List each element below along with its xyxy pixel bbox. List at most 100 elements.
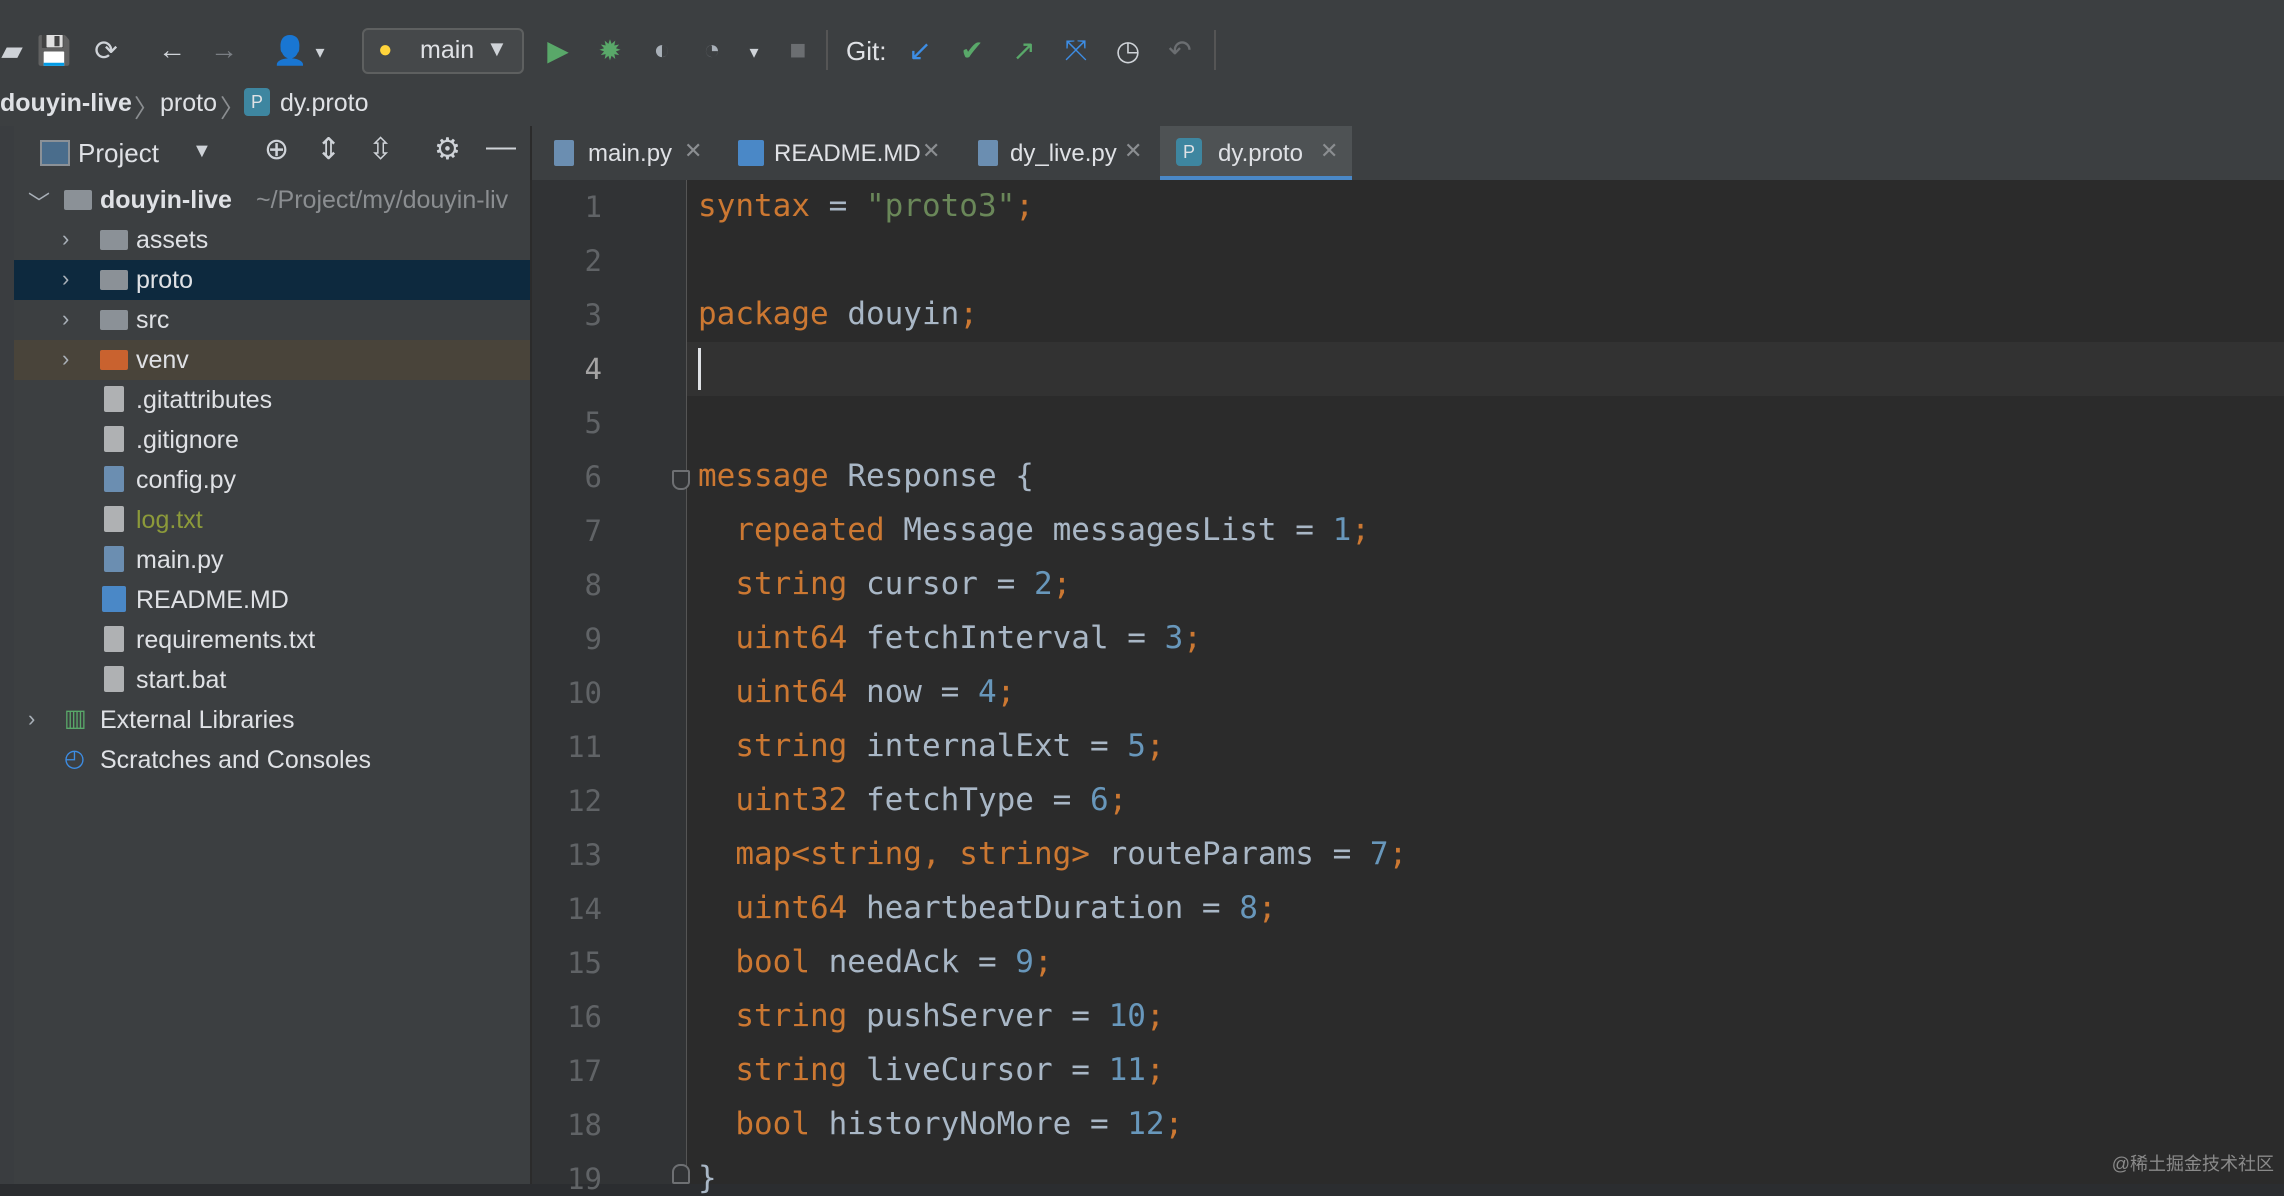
text-file-icon — [104, 386, 124, 412]
tree-item-venv[interactable]: › venv — [14, 340, 530, 380]
chevron-down-icon: ▼ — [486, 36, 508, 62]
locate-icon[interactable]: ⊕ — [264, 132, 289, 167]
code-token: } — [698, 1160, 717, 1196]
text-file-icon — [104, 626, 124, 652]
tree-item-config-py[interactable]: config.py — [14, 460, 530, 500]
back-icon[interactable]: ← — [150, 28, 194, 72]
code-token: douyin — [829, 296, 960, 332]
tab-readme[interactable]: README.MD ✕ — [732, 126, 952, 180]
python-icon: ● — [378, 36, 393, 64]
tree-item-log-txt[interactable]: log.txt — [14, 500, 530, 540]
expand-all-icon[interactable]: ⇕ — [316, 132, 341, 167]
fold-marker-icon[interactable] — [672, 1164, 690, 1184]
coverage-icon[interactable]: ◐ — [640, 28, 684, 72]
user-dropdown-chevron-icon[interactable]: ▾ — [298, 30, 342, 74]
breadcrumb-file[interactable]: dy.proto — [280, 89, 368, 118]
code-token: ; — [1183, 620, 1202, 656]
line-number: 11 — [532, 730, 602, 764]
code-token: 9 — [1015, 944, 1034, 980]
chevron-down-icon[interactable]: ﹀ — [28, 186, 50, 218]
run-icon[interactable]: ▶ — [536, 28, 580, 72]
tree-item-readme[interactable]: README.MD — [14, 580, 530, 620]
folder-icon — [100, 310, 128, 330]
project-view-icon — [40, 140, 70, 166]
git-push-icon[interactable]: ↗ — [1002, 28, 1046, 72]
tree-item-gitignore[interactable]: .gitignore — [14, 420, 530, 460]
close-icon[interactable]: ✕ — [1124, 138, 1142, 164]
git-update-icon[interactable]: ↙ — [898, 28, 942, 72]
project-panel-title[interactable]: Project — [78, 138, 159, 169]
code-token — [698, 998, 735, 1034]
tree-item-label: log.txt — [136, 506, 203, 535]
tree-item-start-bat[interactable]: start.bat — [14, 660, 530, 700]
tab-dy-proto[interactable]: P dy.proto ✕ — [1160, 126, 1352, 180]
chevron-right-icon[interactable]: › — [62, 226, 69, 252]
breadcrumb-folder[interactable]: proto — [160, 89, 217, 118]
close-icon[interactable]: ✕ — [1320, 138, 1338, 164]
code-token: map<string, string> — [735, 836, 1090, 872]
line-number: 18 — [532, 1108, 602, 1142]
python-file-icon — [104, 546, 124, 572]
code-token — [698, 890, 735, 926]
git-rollback-icon[interactable]: ↶ — [1158, 28, 1202, 72]
profile-dropdown-chevron-icon[interactable]: ▾ — [732, 30, 776, 74]
tree-item-external-libraries[interactable]: › ▥ External Libraries — [14, 700, 530, 740]
line-number: 4 — [532, 352, 602, 386]
breadcrumb-project[interactable]: douyin-live — [0, 89, 132, 118]
chevron-down-icon[interactable]: ▼ — [192, 140, 212, 163]
toolbar-divider — [826, 30, 828, 70]
tree-item-main-py[interactable]: main.py — [14, 540, 530, 580]
tree-item-requirements[interactable]: requirements.txt — [14, 620, 530, 660]
forward-icon[interactable]: → — [202, 28, 246, 72]
profile-icon[interactable]: ◔ — [690, 28, 734, 72]
code-token: Message messagesList = — [885, 512, 1333, 548]
code-token — [698, 512, 735, 548]
collapse-all-icon[interactable]: ⇳ — [368, 132, 393, 167]
tree-item-src[interactable]: › src — [14, 300, 530, 340]
line-number: 8 — [532, 568, 602, 602]
code-line: } — [698, 1160, 717, 1196]
code-line: map<string, string> routeParams = 7; — [698, 836, 1407, 872]
code-token: ; — [997, 674, 1016, 710]
code-token — [698, 1106, 735, 1142]
save-icon[interactable]: 💾 — [32, 28, 76, 72]
chevron-right-icon[interactable]: › — [62, 346, 69, 372]
debug-icon[interactable]: ✹ — [588, 28, 632, 72]
close-icon[interactable]: ✕ — [684, 138, 702, 164]
code-token: historyNoMore = — [810, 1106, 1127, 1142]
git-history-icon[interactable]: ◷ — [1106, 28, 1150, 72]
code-line: message Response { — [698, 458, 1034, 494]
tree-item-label: src — [136, 306, 169, 335]
excluded-folder-icon — [100, 350, 128, 370]
open-folder-icon[interactable]: ▰ — [0, 28, 34, 72]
git-commit-icon[interactable]: ✔ — [950, 28, 994, 72]
stop-icon[interactable]: ■ — [776, 28, 820, 72]
sync-icon[interactable]: ⟳ — [84, 28, 128, 72]
text-file-icon — [104, 506, 124, 532]
python-file-icon — [554, 140, 574, 166]
chevron-right-icon[interactable]: › — [62, 306, 69, 332]
code-token: bool — [735, 1106, 810, 1142]
code-token: fetchType = — [847, 782, 1090, 818]
tree-item-assets[interactable]: › assets — [14, 220, 530, 260]
tab-main-py[interactable]: main.py ✕ — [548, 126, 718, 180]
code-token: ; — [1165, 1106, 1184, 1142]
chevron-right-icon[interactable]: › — [62, 266, 69, 292]
chevron-right-icon[interactable]: › — [28, 706, 35, 732]
tree-item-label: venv — [136, 346, 189, 375]
gear-icon[interactable]: ⚙ — [434, 132, 461, 167]
tree-item-proto[interactable]: › proto — [14, 260, 530, 300]
breadcrumb-separator-icon: 〉 — [220, 89, 245, 125]
line-number: 5 — [532, 406, 602, 440]
close-icon[interactable]: ✕ — [922, 138, 940, 164]
tab-dy-live-py[interactable]: dy_live.py ✕ — [972, 126, 1152, 180]
tree-item-scratches[interactable]: ◴ Scratches and Consoles — [14, 740, 530, 780]
git-merge-icon[interactable]: ⤧ — [1054, 28, 1098, 72]
tree-root[interactable]: ﹀ douyin-live ~/Project/my/douyin-liv — [14, 180, 530, 220]
run-config-selector[interactable]: ● main ▼ — [362, 28, 524, 74]
tree-item-gitattributes[interactable]: .gitattributes — [14, 380, 530, 420]
root-path: ~/Project/my/douyin-liv — [256, 186, 530, 215]
fold-marker-icon[interactable] — [672, 470, 690, 490]
hide-panel-icon[interactable]: — — [486, 130, 516, 164]
watermark: @稀土掘金技术社区 — [2112, 1150, 2274, 1176]
